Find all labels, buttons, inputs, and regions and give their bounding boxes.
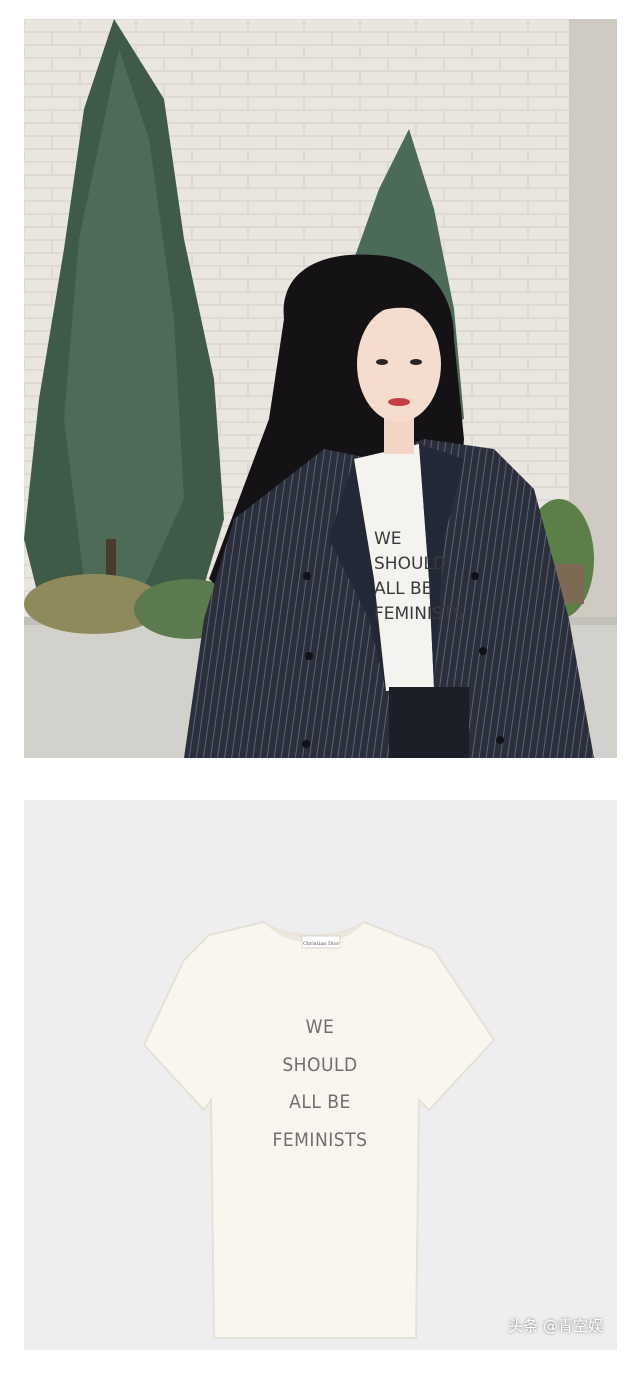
- slogan-line: FEMINISTS: [273, 1129, 368, 1151]
- slogan-line: WE: [306, 1016, 335, 1038]
- photo-product-tshirt: Christian Dior WE SHOULD ALL BE FEMINIST…: [24, 800, 617, 1350]
- watermark: 头条 @青空娱: [508, 1317, 603, 1335]
- photo-woman-illustration: WE SHOULD ALL BE FEMINISTS: [24, 19, 617, 758]
- slogan-line: WE: [374, 529, 402, 549]
- slogan-line: SHOULD: [282, 1054, 357, 1076]
- slogan-line: ALL BE: [289, 1091, 351, 1113]
- collar-label-text: Christian Dior: [303, 941, 340, 947]
- photo-woman-in-blazer: WE SHOULD ALL BE FEMINISTS: [24, 19, 617, 758]
- slogan-line: SHOULD: [374, 554, 446, 574]
- slogan-line: ALL BE: [374, 579, 432, 599]
- slogan-line: FEMINISTS: [374, 604, 464, 624]
- tshirt-product-illustration: Christian Dior WE SHOULD ALL BE FEMINIST…: [24, 800, 617, 1350]
